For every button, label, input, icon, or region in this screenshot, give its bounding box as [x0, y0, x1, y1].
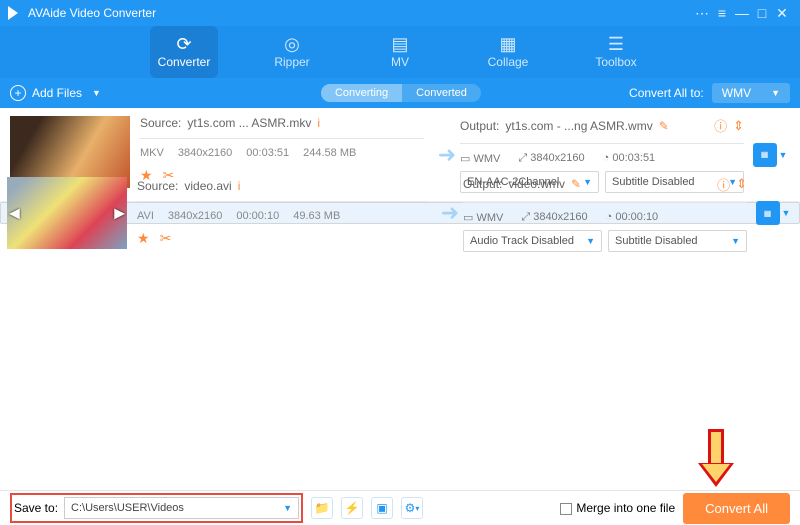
info-icon[interactable]: i — [238, 179, 241, 193]
nav-toolbox[interactable]: ☰Toolbox — [582, 26, 650, 78]
open-folder-button[interactable]: 📁 — [311, 497, 333, 519]
output-filename: yt1s.com - ...ng ASMR.wmv — [505, 119, 652, 133]
edit-icon[interactable]: ✎ — [571, 177, 581, 191]
nav-collage[interactable]: ▦Collage — [474, 26, 542, 78]
subtitle-select[interactable]: Subtitle Disabled▼ — [608, 230, 747, 252]
chevron-down-icon[interactable]: ▼ — [782, 208, 791, 218]
thumbnail[interactable]: ◀▶ — [7, 177, 127, 249]
info-icon[interactable]: ⓘ — [717, 175, 730, 194]
save-to-label: Save to: — [14, 501, 58, 515]
minimize-icon[interactable]: — — [732, 5, 752, 21]
convert-all-to-label: Convert All to: — [629, 86, 704, 100]
prev-frame-icon[interactable]: ◀ — [9, 205, 20, 222]
chevron-down-icon: ▼ — [283, 503, 292, 513]
compress-icon[interactable]: ⇕ — [733, 118, 744, 134]
close-icon[interactable]: ✕ — [772, 5, 792, 22]
grid-icon: ▦ — [499, 35, 516, 53]
footer-bar: Save to: C:\Users\USER\Videos▼ 📁 ⚡ ▣ ⚙▾ … — [0, 490, 800, 525]
annotation-highlight: Save to: C:\Users\USER\Videos▼ — [10, 493, 303, 523]
sub-bar: + Add Files ▼ Converting Converted Conve… — [0, 78, 800, 108]
tab-converting[interactable]: Converting — [321, 84, 402, 102]
format-badge[interactable]: ▦ — [753, 143, 777, 167]
menu-icon[interactable]: ≡ — [712, 5, 732, 21]
arrow-right-icon: ➜ — [434, 116, 460, 193]
gpu-button[interactable]: ▣ — [371, 497, 393, 519]
image-icon: ▤ — [391, 35, 408, 53]
edit-icon[interactable]: ✎ — [659, 119, 669, 133]
info-icon[interactable]: i — [317, 116, 320, 130]
source-filename: yt1s.com ... ASMR.mkv — [187, 116, 311, 130]
convert-all-button[interactable]: Convert All — [683, 493, 790, 524]
annotation-arrow-icon — [700, 429, 732, 489]
output-filename: video.wmv — [508, 177, 565, 191]
source-filename: video.avi — [184, 179, 231, 193]
plus-icon: + — [10, 85, 26, 101]
format-badge[interactable]: ▦ — [756, 201, 780, 225]
audio-select[interactable]: Audio Track Disabled▼ — [463, 230, 602, 252]
app-logo-icon — [8, 6, 22, 20]
chevron-down-icon[interactable]: ▼ — [779, 150, 788, 160]
info-icon[interactable]: ⓘ — [714, 116, 727, 135]
chevron-down-icon: ▼ — [92, 88, 101, 98]
refresh-icon: ⟳ — [176, 35, 191, 53]
merge-checkbox[interactable]: Merge into one file — [560, 501, 675, 515]
title-bar: AVAide Video Converter ⋯ ≡ — □ ✕ — [0, 0, 800, 26]
next-frame-icon[interactable]: ▶ — [114, 205, 125, 222]
file-row: ◀▶ Source: video.avi i AVI3840x216000:00… — [0, 202, 800, 224]
nav-converter[interactable]: ⟳Converter — [150, 26, 218, 78]
maximize-icon[interactable]: □ — [752, 5, 772, 21]
arrow-right-icon: ➜ — [437, 200, 463, 226]
status-segmented: Converting Converted — [321, 84, 481, 102]
output-format-select[interactable]: WMV ▼ — [712, 83, 790, 103]
chevron-down-icon: ▼ — [586, 236, 595, 246]
main-nav: ⟳Converter ◎Ripper ▤MV ▦Collage ☰Toolbox — [0, 26, 800, 78]
chevron-down-icon: ▼ — [731, 236, 740, 246]
disc-icon: ◎ — [284, 35, 300, 53]
flash-button[interactable]: ⚡ — [341, 497, 363, 519]
app-title: AVAide Video Converter — [28, 6, 156, 20]
settings-button[interactable]: ⚙▾ — [401, 497, 423, 519]
compress-icon[interactable]: ⇕ — [736, 176, 747, 192]
add-files-button[interactable]: + Add Files ▼ — [10, 85, 101, 101]
cut-icon[interactable]: ✂ — [160, 230, 172, 247]
file-list: Source: yt1s.com ... ASMR.mkv i MKV3840x… — [0, 108, 800, 490]
chevron-down-icon: ▼ — [771, 88, 780, 98]
nav-mv[interactable]: ▤MV — [366, 26, 434, 78]
feedback-icon[interactable]: ⋯ — [692, 5, 712, 22]
tab-converted[interactable]: Converted — [402, 84, 481, 102]
toolbox-icon: ☰ — [608, 35, 624, 53]
star-icon[interactable]: ★ — [137, 230, 150, 247]
save-path-select[interactable]: C:\Users\USER\Videos▼ — [64, 497, 299, 519]
nav-ripper[interactable]: ◎Ripper — [258, 26, 326, 78]
